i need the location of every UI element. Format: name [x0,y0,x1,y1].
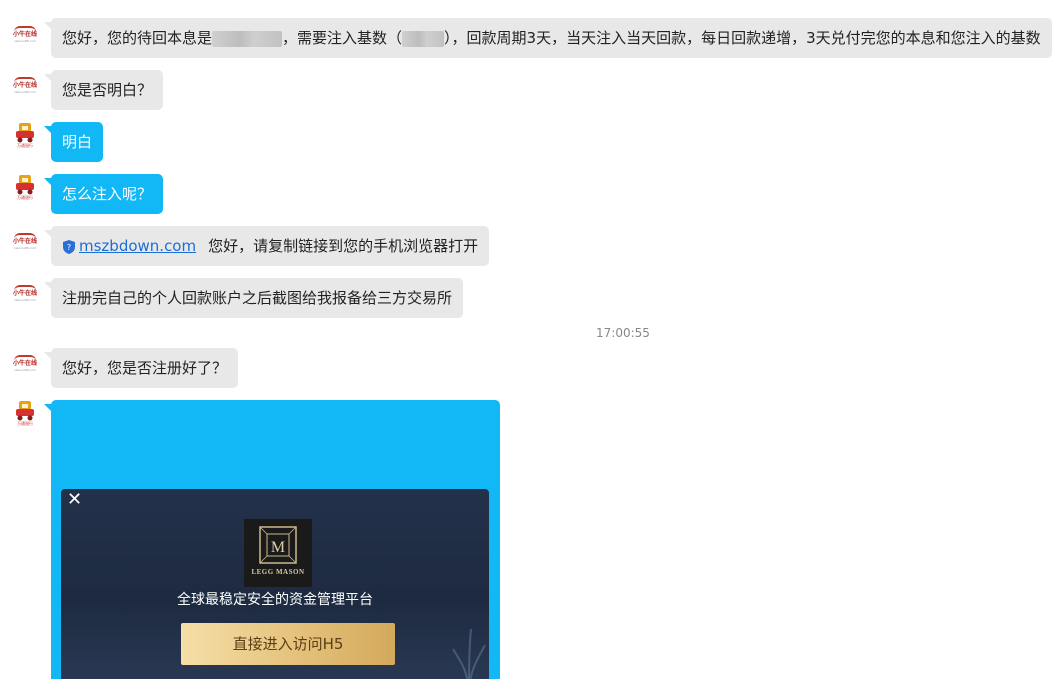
avatar-label: 万通银行 [17,421,33,426]
message-text: 明白 [62,133,93,151]
avatar-logo-sub: xiaoniu88.com [13,89,37,94]
avatar[interactable]: 万通银行 [10,399,40,429]
avatar-logo-text: 小牛在线 [12,31,37,38]
avatar-logo-sub: xiaoniu88.com [13,297,37,302]
avatar[interactable]: 万通银行 [10,173,40,203]
close-icon[interactable]: ✕ [67,491,82,509]
message-text: 您好，您是否注册好了？ [62,359,228,377]
redacted-amount [402,30,445,47]
message-link[interactable]: mszbdown.com [79,237,196,255]
tagline: 全球最稳定安全的资金管理平台 [177,592,373,608]
message-bubble[interactable]: 您好，您是否注册好了？ [51,348,239,388]
avatar[interactable]: 小牛在线 xiaoniu88.com [10,348,40,378]
avatar-logo-sub: xiaoniu88.com [13,245,37,250]
avatar-logo-text: 小牛在线 [12,82,37,89]
brand-name: LEGG MASON [251,568,305,576]
avatar-logo-text: 小牛在线 [12,290,37,297]
message-bubble[interactable]: 明白 [51,122,104,162]
avatar[interactable]: 小牛在线 xiaoniu88.com [10,278,40,308]
avatar-logo-text: 小牛在线 [12,238,37,245]
plant-decoration-icon [452,628,486,679]
message-bubble[interactable]: 注册完自己的个人回款账户之后截图给我报备给三方交易所 [51,278,464,318]
timestamp: 17:00:55 [596,326,650,340]
brand-letter: M [271,539,285,556]
cart-icon [16,123,34,143]
avatar[interactable]: 小牛在线 xiaoniu88.com [10,226,40,256]
message-bubble[interactable]: ? mszbdown.com 您好，请复制链接到您的手机浏览器打开 [51,226,490,266]
brand-logo: M LEGG MASON [244,519,312,587]
message-text: 怎么注入呢？ [62,185,153,203]
svg-text:?: ? [67,243,71,252]
brand-emblem-icon: M [259,526,297,564]
image-message[interactable]: ✕ M LEGG MASON 全球最稳定安全的资金管理平台 直接进入访问H5 [51,400,500,679]
message-bubble[interactable]: 您好，您的待回本息是 ，需要注入基数（ ），回款周期3天，当天注入当天回款，每日回款… [51,18,1052,58]
message-text: ，需要注入基数（ [282,29,403,47]
message-text: 您是否明白？ [62,81,153,99]
cart-icon [16,401,34,421]
avatar-logo-sub: xiaoniu88.com [13,38,37,43]
enter-h5-button[interactable]: 直接进入访问H5 [181,623,395,665]
message-text: ），回款周期3天，当天注入当天回款，每日回款递增，3天兑付完您的本息和您注入的基… [444,29,1041,47]
message-text: 您好，您的待回本息是 [62,29,213,47]
avatar-logo-text: 小牛在线 [12,360,37,367]
avatar-label: 万通银行 [17,195,33,200]
message-text: 注册完自己的个人回款账户之后截图给我报备给三方交易所 [62,289,453,307]
message-text: 您好，请复制链接到您的手机浏览器打开 [208,237,479,255]
cart-icon [16,175,34,195]
redacted-amount [212,30,283,47]
avatar[interactable]: 万通银行 [10,121,40,151]
avatar-label: 万通银行 [17,143,33,148]
avatar[interactable]: 小牛在线 xiaoniu88.com [10,70,40,100]
message-bubble[interactable]: 您是否明白？ [51,70,164,110]
avatar[interactable]: 小牛在线 xiaoniu88.com [10,19,40,49]
message-bubble[interactable]: 怎么注入呢？ [51,174,164,214]
promo-popup: ✕ M LEGG MASON 全球最稳定安全的资金管理平台 直接进入访问H5 [61,489,489,679]
shield-icon: ? [63,239,75,254]
avatar-logo-sub: xiaoniu88.com [13,367,37,372]
